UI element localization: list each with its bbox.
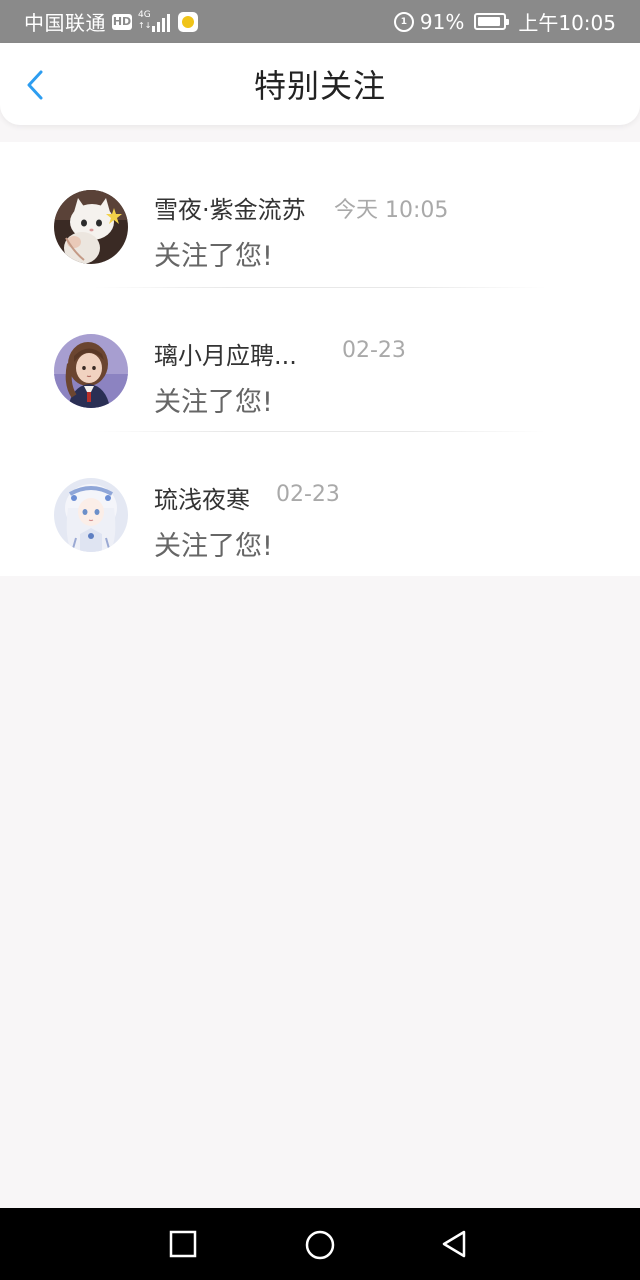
item-name: 璃小月应聘... [154, 342, 297, 370]
battery-icon [474, 13, 510, 30]
circle-icon [305, 1230, 335, 1260]
list-item[interactable]: 璃小月应聘... 02-23 关注了您! [0, 288, 640, 432]
battery-percent: 91% [419, 9, 465, 34]
home-button[interactable] [304, 1229, 335, 1260]
avatar[interactable] [54, 478, 128, 552]
data-saver-icon: 1 [393, 11, 414, 32]
status-bar: 中国联通 HD 4G ↑↓ 1 91% 上午10:05 [0, 0, 640, 43]
carrier-name: 中国联通 [24, 11, 106, 35]
item-name: 雪夜·紫金流苏 [154, 196, 306, 224]
white-cat-avatar [54, 190, 128, 264]
header: 特别关注 [0, 43, 640, 125]
item-message: 关注了您! [154, 387, 273, 418]
anime-girl-brown-hair-avatar [54, 334, 128, 408]
back-button[interactable] [20, 67, 50, 103]
item-time: 02-23 [342, 338, 406, 363]
network-type: 4G [138, 9, 151, 20]
item-name: 琉浅夜寒 [154, 486, 250, 514]
app-notification-icon [178, 11, 198, 32]
avatar[interactable] [54, 334, 128, 408]
square-icon [169, 1230, 197, 1258]
signal-icon: 4G ↑↓ [138, 9, 172, 32]
triangle-back-icon [442, 1230, 466, 1258]
anime-girl-white-hair-avatar [54, 478, 128, 552]
item-message: 关注了您! [154, 531, 273, 562]
status-right: 1 91% 上午10:05 [393, 0, 616, 43]
item-time: 今天 10:05 [334, 198, 449, 223]
special-follow-list: 雪夜·紫金流苏 今天 10:05 关注了您! 璃小月应聘... 02-23 关注… [0, 142, 640, 576]
page-title: 特别关注 [253, 67, 386, 105]
navigation-bar [0, 1208, 640, 1280]
list-item[interactable]: 雪夜·紫金流苏 今天 10:05 关注了您! [0, 142, 640, 288]
item-time: 02-23 [276, 482, 340, 507]
list-item[interactable]: 琉浅夜寒 02-23 关注了您! [0, 432, 640, 576]
network-activity: ↑↓ [138, 20, 152, 30]
clock: 上午10:05 [518, 11, 616, 35]
avatar[interactable] [54, 190, 128, 264]
back-nav-button[interactable] [440, 1229, 470, 1259]
chevron-left-icon [27, 70, 43, 100]
item-message: 关注了您! [154, 241, 273, 272]
status-left: 中国联通 HD 4G ↑↓ [24, 0, 204, 43]
recent-apps-button[interactable] [168, 1229, 198, 1259]
hd-icon: HD [112, 13, 132, 30]
